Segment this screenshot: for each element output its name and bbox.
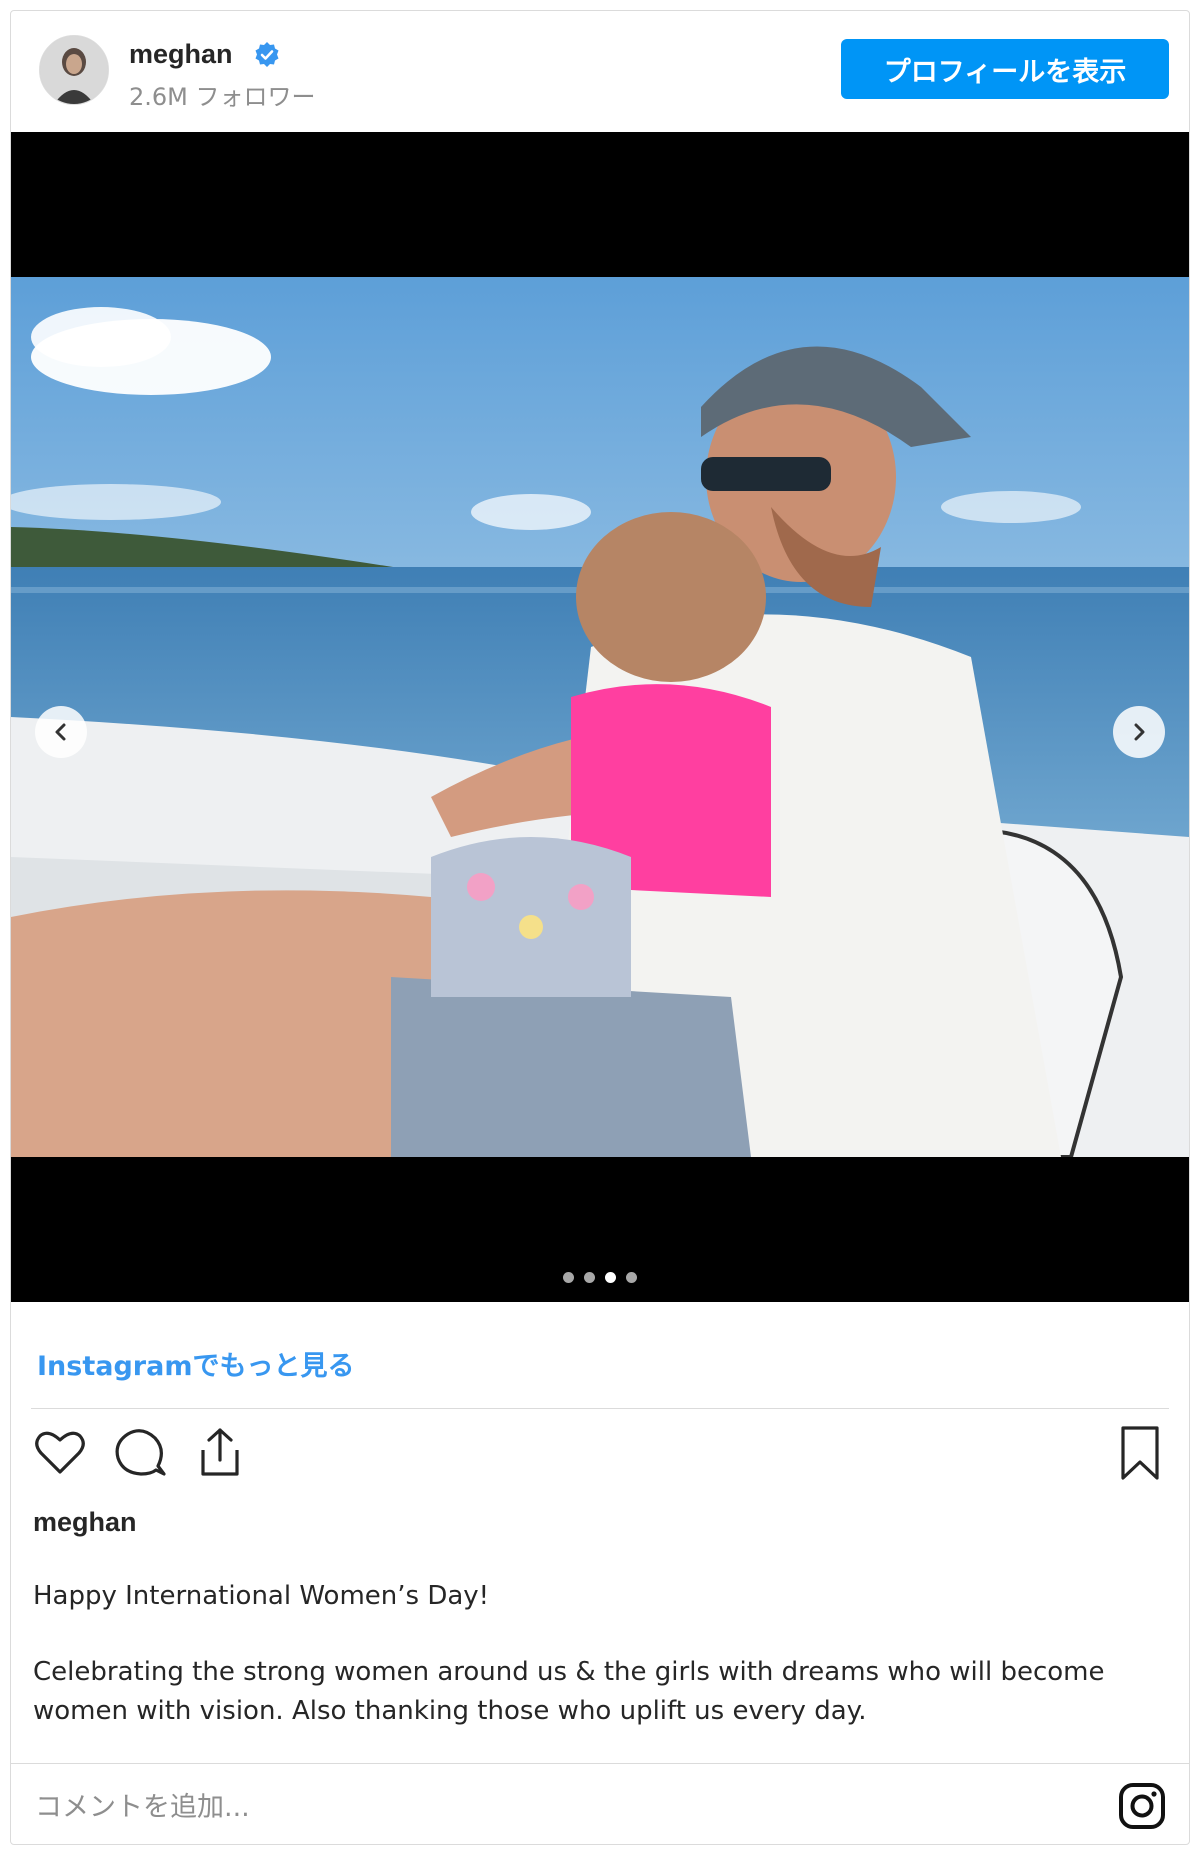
carousel-next-button[interactable] xyxy=(1113,706,1165,758)
caption-line: women with vision. Also thanking those w… xyxy=(33,1696,867,1726)
comment-input[interactable] xyxy=(33,1779,1097,1835)
bookmark-icon[interactable] xyxy=(1111,1424,1169,1482)
view-more-on-instagram-link[interactable]: Instagramでもっと見る xyxy=(37,1344,354,1383)
username[interactable]: meghan xyxy=(129,39,233,70)
view-profile-button[interactable]: プロフィールを表示 xyxy=(841,39,1169,99)
divider xyxy=(11,1763,1189,1764)
carousel-dot xyxy=(563,1272,574,1283)
divider xyxy=(31,1408,1169,1409)
chevron-right-icon xyxy=(1134,723,1145,741)
comment-icon[interactable] xyxy=(111,1424,169,1482)
carousel-dot xyxy=(605,1272,616,1283)
caption-line: Happy International Women’s Day! xyxy=(33,1581,490,1611)
verified-badge-icon xyxy=(255,42,279,67)
carousel-prev-button[interactable] xyxy=(35,706,87,758)
chevron-left-icon xyxy=(55,723,66,741)
post-photo xyxy=(11,277,1189,1157)
carousel-dot xyxy=(626,1272,637,1283)
post-media-carousel[interactable] xyxy=(11,132,1189,1302)
caption-username[interactable]: meghan xyxy=(33,1507,137,1538)
heart-icon[interactable] xyxy=(31,1424,89,1482)
post-header: meghan 2.6M フォロワー プロフィールを表示 xyxy=(11,11,1189,131)
avatar[interactable] xyxy=(39,35,109,105)
instagram-logo-icon[interactable] xyxy=(1117,1781,1167,1831)
caption-line: Celebrating the strong women around us &… xyxy=(33,1657,1105,1687)
carousel-dot xyxy=(584,1272,595,1283)
instagram-embed-card: meghan 2.6M フォロワー プロフィールを表示 Instagramでもっ… xyxy=(10,10,1190,1845)
follower-count: 2.6M フォロワー xyxy=(129,83,316,111)
share-icon[interactable] xyxy=(191,1424,249,1482)
carousel-indicator xyxy=(11,1272,1189,1283)
